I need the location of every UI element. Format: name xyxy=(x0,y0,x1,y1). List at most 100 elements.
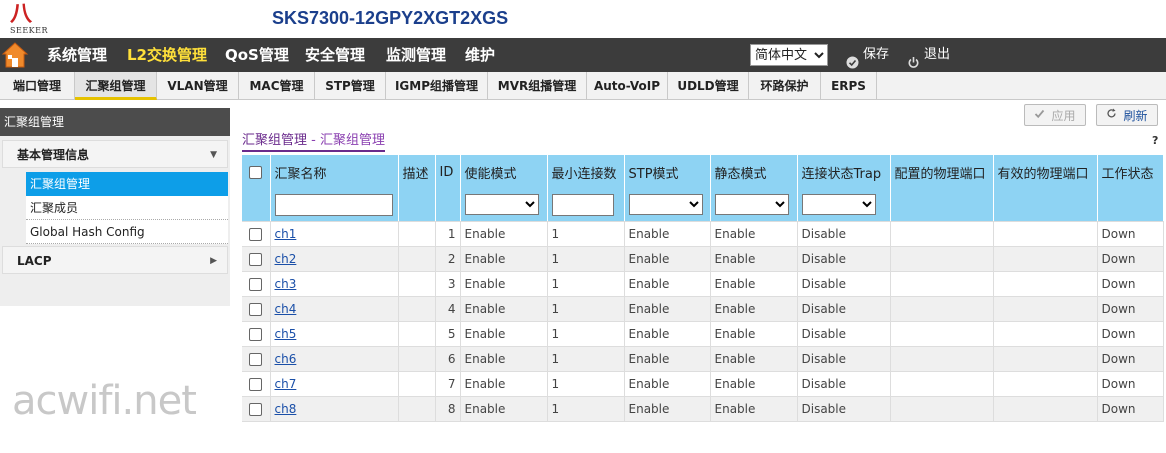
oper-status-cell: Down xyxy=(1097,221,1164,247)
chevron-down-icon: ▼ xyxy=(210,150,217,160)
sidebar-item-lag-members[interactable]: 汇聚成员 xyxy=(26,196,228,220)
row-checkbox[interactable] xyxy=(249,327,263,341)
col-id[interactable]: ID xyxy=(435,155,461,189)
admin-mode-cell: Enable xyxy=(460,396,548,422)
col-link-trap[interactable]: 连接状态Trap xyxy=(797,155,891,189)
oper-status-cell: Down xyxy=(1097,321,1164,347)
oper-status-cell: Down xyxy=(1097,296,1164,322)
check-circle-icon xyxy=(846,49,859,68)
apply-button[interactable]: 应用 xyxy=(1024,104,1086,126)
tab-mvr[interactable]: MVR组播管理 xyxy=(488,72,587,100)
static-mode-cell: Enable xyxy=(710,296,798,322)
filter-admin-select[interactable] xyxy=(464,194,539,216)
col-oper-status[interactable]: 工作状态 xyxy=(1097,155,1164,189)
tab-mac[interactable]: MAC管理 xyxy=(239,72,315,100)
tab-lag[interactable]: 汇聚组管理 xyxy=(75,72,157,100)
filter-cell xyxy=(460,189,548,222)
filter-stp-select[interactable] xyxy=(628,194,703,216)
oper-status-cell: Down xyxy=(1097,246,1164,272)
row-checkbox[interactable] xyxy=(249,252,263,266)
config-ports-cell xyxy=(890,321,994,347)
row-checkbox[interactable] xyxy=(249,227,263,241)
tab-vlan[interactable]: VLAN管理 xyxy=(157,72,239,100)
refresh-button[interactable]: 刷新 xyxy=(1096,104,1158,126)
filter-name-input[interactable] xyxy=(274,193,393,216)
filter-cell xyxy=(435,189,461,222)
sidebar-group-basic[interactable]: 基本管理信息 ▼ xyxy=(2,140,228,168)
row-checkbox[interactable] xyxy=(249,352,263,366)
lag-name-link[interactable]: ch6 xyxy=(275,352,297,366)
tab-igmp[interactable]: IGMP组播管理 xyxy=(386,72,488,100)
row-checkbox[interactable] xyxy=(249,402,263,416)
nav-security[interactable]: 安全管理 xyxy=(305,38,365,72)
active-ports-cell xyxy=(993,371,1098,397)
lag-name-link[interactable]: ch3 xyxy=(275,277,297,291)
id-cell: 4 xyxy=(435,296,461,322)
col-min-links[interactable]: 最小连接数 xyxy=(547,155,625,189)
row-checkbox[interactable] xyxy=(249,277,263,291)
sidebar-item-lag-manage[interactable]: 汇聚组管理 xyxy=(26,172,228,196)
lag-name-link[interactable]: ch1 xyxy=(275,227,297,241)
id-cell: 6 xyxy=(435,346,461,372)
table-row[interactable]: ch4 4 Enable 1 Enable Enable Disable Down xyxy=(242,296,1164,322)
col-static-mode[interactable]: 静态模式 xyxy=(710,155,798,189)
language-select[interactable]: 简体中文 xyxy=(750,44,828,66)
save-button[interactable]: 保存 xyxy=(846,38,889,72)
row-checkbox[interactable] xyxy=(249,377,263,391)
sidebar-group-lacp[interactable]: LACP ▶ xyxy=(2,246,228,274)
nav-system[interactable]: 系统管理 xyxy=(47,38,107,72)
nav-l2-switch[interactable]: L2交换管理 xyxy=(127,38,207,72)
col-config-ports[interactable]: 配置的物理端口 xyxy=(890,155,994,189)
admin-mode-cell: Enable xyxy=(460,296,548,322)
nav-maintenance[interactable]: 维护 xyxy=(465,38,495,72)
nav-monitor[interactable]: 监测管理 xyxy=(386,38,446,72)
filter-min-input[interactable] xyxy=(551,193,614,216)
logout-button[interactable]: 退出 xyxy=(907,38,950,72)
filter-trap-select[interactable] xyxy=(801,194,876,216)
lag-name-link[interactable]: ch8 xyxy=(275,402,297,416)
nav-qos[interactable]: QoS管理 xyxy=(225,38,289,72)
select-all-checkbox[interactable] xyxy=(249,165,263,179)
min-links-cell: 1 xyxy=(547,371,625,397)
table-row[interactable]: ch6 6 Enable 1 Enable Enable Disable Down xyxy=(242,346,1164,372)
lag-name-cell: ch7 xyxy=(270,371,399,397)
sidebar-item-global-hash[interactable]: Global Hash Config xyxy=(26,220,228,244)
content-title-sub: 汇聚组管理 xyxy=(319,133,385,148)
tab-erps[interactable]: ERPS xyxy=(821,72,877,100)
sidebar: 汇聚组管理 基本管理信息 ▼ 汇聚组管理 汇聚成员 Global Hash Co… xyxy=(0,108,230,306)
lag-name-link[interactable]: ch7 xyxy=(275,377,297,391)
tab-stp[interactable]: STP管理 xyxy=(315,72,386,100)
table-row[interactable]: ch5 5 Enable 1 Enable Enable Disable Down xyxy=(242,321,1164,347)
col-desc[interactable]: 描述 xyxy=(398,155,436,189)
col-active-ports[interactable]: 有效的物理端口 xyxy=(993,155,1098,189)
tab-auto-voip[interactable]: Auto-VoIP xyxy=(587,72,668,100)
lag-name-link[interactable]: ch4 xyxy=(275,302,297,316)
tab-udld[interactable]: UDLD管理 xyxy=(668,72,749,100)
row-checkbox[interactable] xyxy=(249,302,263,316)
lag-name-link[interactable]: ch5 xyxy=(275,327,297,341)
link-trap-cell: Disable xyxy=(797,346,891,372)
help-icon[interactable]: ? xyxy=(1152,134,1158,147)
config-ports-cell xyxy=(890,296,994,322)
sidebar-title: 汇聚组管理 xyxy=(0,108,230,136)
tab-port[interactable]: 端口管理 xyxy=(0,72,75,100)
active-ports-cell xyxy=(993,346,1098,372)
table-row[interactable]: ch1 1 Enable 1 Enable Enable Disable Down xyxy=(242,221,1164,247)
table-row[interactable]: ch2 2 Enable 1 Enable Enable Disable Down xyxy=(242,246,1164,272)
table-row[interactable]: ch3 3 Enable 1 Enable Enable Disable Down xyxy=(242,271,1164,297)
col-admin-mode[interactable]: 使能模式 xyxy=(460,155,548,189)
col-name[interactable]: 汇聚名称 xyxy=(270,155,399,189)
lag-name-link[interactable]: ch2 xyxy=(275,252,297,266)
home-icon[interactable] xyxy=(1,40,29,70)
filter-static-select[interactable] xyxy=(714,194,789,216)
tab-loop-protect[interactable]: 环路保护 xyxy=(749,72,821,100)
col-stp-mode[interactable]: STP模式 xyxy=(624,155,711,189)
table-row[interactable]: ch7 7 Enable 1 Enable Enable Disable Down xyxy=(242,371,1164,397)
row-select-cell xyxy=(242,371,271,397)
min-links-cell: 1 xyxy=(547,246,625,272)
table-row[interactable]: ch8 8 Enable 1 Enable Enable Disable Down xyxy=(242,396,1164,422)
static-mode-cell: Enable xyxy=(710,221,798,247)
admin-mode-cell: Enable xyxy=(460,246,548,272)
min-links-cell: 1 xyxy=(547,221,625,247)
sidebar-group-basic-label: 基本管理信息 xyxy=(17,148,90,162)
